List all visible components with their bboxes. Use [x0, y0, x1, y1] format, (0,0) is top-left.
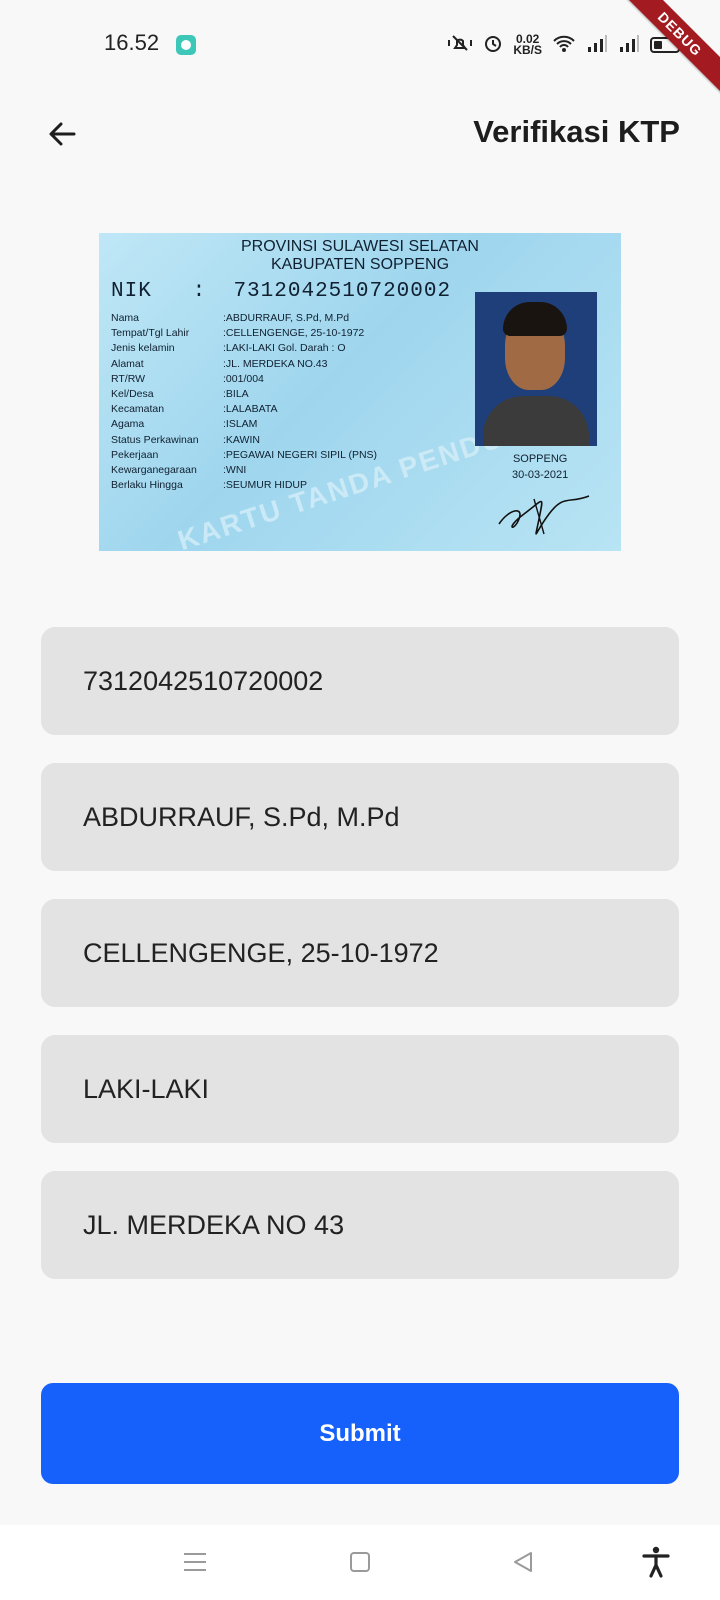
ktp-province: PROVINSI SULAWESI SELATAN [241, 238, 479, 255]
ktp-field-row: Status Perkawinan: KAWIN [111, 433, 377, 448]
ktp-nik-row: NIK : 7312042510720002 [111, 280, 452, 303]
ktp-issue-place: SOPPENG [512, 453, 568, 465]
ktp-field-row: Agama: ISLAM [111, 417, 377, 432]
home-square-icon[interactable] [343, 1545, 377, 1579]
ktp-nik-label: NIK [111, 280, 152, 303]
ktp-field-value: WNI [225, 464, 247, 477]
ktp-field-row: Tempat/Tgl Lahir: CELLENGENGE, 25-10-197… [111, 326, 377, 341]
ktp-photo [475, 292, 597, 446]
ktp-fields: Nama: ABDURRAUF, S.Pd, M.Pd Tempat/Tgl La… [111, 311, 377, 493]
menu-icon[interactable] [178, 1545, 212, 1579]
system-nav-bar [0, 1525, 720, 1600]
status-time: 16.52 [104, 30, 160, 55]
ktp-field-label: Kel/Desa [111, 388, 154, 401]
ktp-field-row: Kel/Desa: BILA [111, 387, 377, 402]
signal-icon [618, 33, 640, 57]
ktp-field-value: JL. MERDEKA NO.43 [225, 357, 328, 370]
name-field[interactable]: ABDURRAUF, S.Pd, M.Pd [41, 763, 679, 871]
wifi-icon [552, 33, 576, 57]
ktp-field-row: Berlaku Hingga: SEUMUR HIDUP [111, 478, 377, 493]
ktp-field-label: Alamat [111, 357, 144, 370]
ktp-field-row: Jenis kelamin: LAKI-LAKI Gol. Darah : O [111, 341, 377, 356]
ktp-field-value: LALABATA [225, 403, 278, 416]
ktp-field-label: Pekerjaan [111, 448, 159, 461]
ktp-issue-date: 30-03-2021 [512, 469, 569, 481]
back-button[interactable] [40, 112, 84, 156]
ktp-field-label: Jenis kelamin [111, 342, 175, 355]
ktp-field-label: Kecamatan [111, 403, 165, 416]
ktp-field-value: LAKI-LAKI Gol. Darah : O [225, 342, 346, 355]
ktp-field-row: RT/RW: 001/004 [111, 372, 377, 387]
ktp-field-row: Nama: ABDURRAUF, S.Pd, M.Pd [111, 311, 377, 326]
ktp-field-row: Kewarganegaraan: WNI [111, 463, 377, 478]
ktp-field-label: Kewarganegaraan [111, 464, 197, 477]
mute-vibrate-icon [447, 33, 473, 57]
ktp-regency: KABUPATEN SOPPENG [270, 256, 450, 273]
signal-icon [586, 33, 608, 57]
ktp-field-value: SEUMUR HIDUP [225, 479, 308, 492]
arrow-left-icon [49, 122, 76, 146]
ktp-image: KARTU TANDA PENDUDUK PROVINSI SULAWESI S… [99, 233, 621, 551]
ktp-field-value: ABDURRAUF, S.Pd, M.Pd [225, 312, 350, 324]
ktp-signature [498, 495, 590, 535]
status-bar: 16.52 0.02 KB/S [0, 0, 720, 90]
birth-field[interactable]: CELLENGENGE, 25-10-1972 [41, 899, 679, 1007]
ktp-field-row: Pekerjaan: PEGAWAI NEGERI SIPIL (PNS) [111, 448, 377, 463]
ktp-field-value: 001/004 [225, 372, 264, 385]
alarm-icon [483, 33, 503, 57]
app-notification-icon [176, 35, 196, 55]
ktp-field-label: Berlaku Hingga [111, 479, 183, 492]
ktp-nik-value: 7312042510720002 [233, 280, 452, 303]
network-rate: 0.02 KB/S [513, 33, 542, 57]
ktp-field-value: KAWIN [225, 433, 260, 446]
ktp-field-value: PEGAWAI NEGERI SIPIL (PNS) [225, 448, 378, 461]
network-rate-unit: KB/S [513, 43, 542, 57]
page-title: Verifikasi KTP [473, 114, 680, 149]
ktp-field-label: Tempat/Tgl Lahir [111, 327, 190, 340]
ktp-field-value: ISLAM [225, 418, 258, 431]
ktp-field-label: Nama [111, 312, 140, 324]
ktp-field-label: RT/RW [111, 372, 146, 385]
ktp-field-row: Alamat: JL. MERDEKA NO.43 [111, 357, 377, 372]
gender-field[interactable]: LAKI-LAKI [41, 1035, 679, 1143]
ktp-header: PROVINSI SULAWESI SELATAN KABUPATEN SOPP… [99, 238, 621, 274]
address-field[interactable]: JL. MERDEKA NO 43 [41, 1171, 679, 1279]
ktp-field-value: BILA [225, 388, 249, 401]
back-triangle-icon[interactable] [506, 1545, 540, 1579]
nik-field[interactable]: 7312042510720002 [41, 627, 679, 735]
ktp-field-row: Kecamatan: LALABATA [111, 402, 377, 417]
accessibility-icon[interactable] [639, 1545, 673, 1579]
status-icons: 0.02 KB/S [447, 30, 680, 60]
ktp-field-label: Status Perkawinan [111, 433, 199, 446]
ktp-issue: SOPPENG 30-03-2021 [512, 451, 568, 483]
ktp-field-label: Agama [111, 418, 145, 431]
ktp-field-value: CELLENGENGE, 25-10-1972 [225, 327, 365, 340]
submit-button[interactable]: Submit [41, 1383, 679, 1484]
